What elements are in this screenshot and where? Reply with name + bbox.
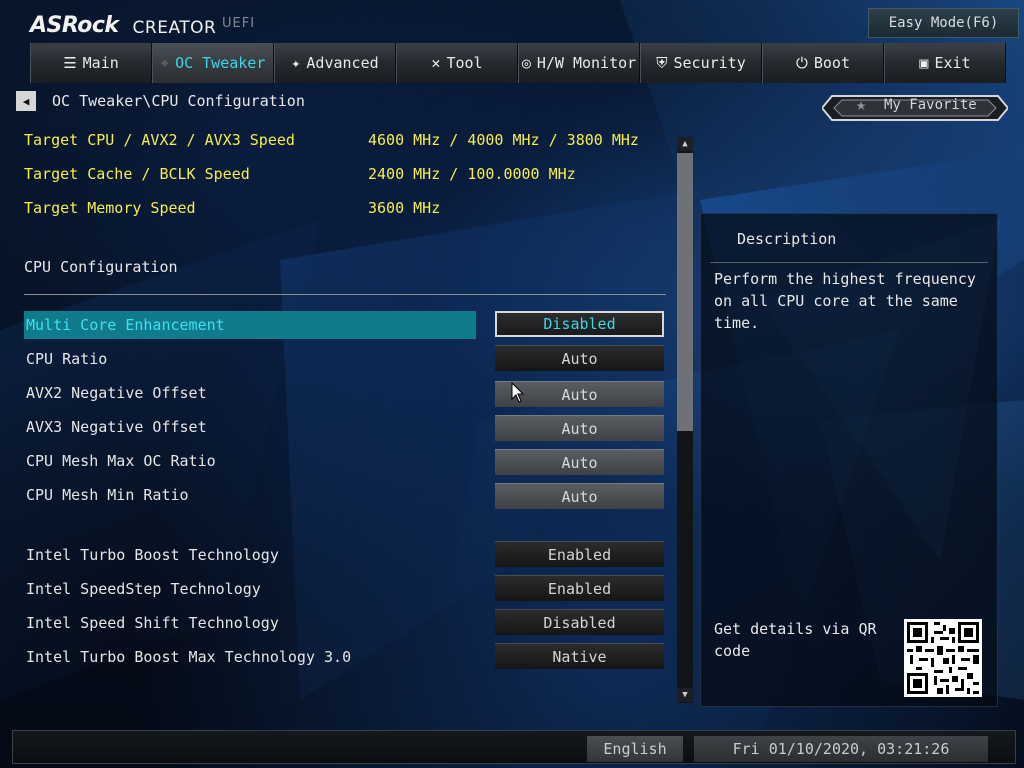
- info-value-memory-speed: 3600 MHz: [368, 199, 441, 217]
- tab-label: OC Tweaker: [175, 54, 266, 72]
- tab-tool[interactable]: ✕ Tool: [396, 43, 518, 83]
- favorite-label: My Favorite: [884, 97, 977, 113]
- tab-main[interactable]: ☰ Main: [30, 43, 152, 83]
- my-favorite-button[interactable]: ★ My Favorite: [820, 93, 1010, 123]
- qr-code: [904, 619, 982, 697]
- brand-name: ASRock: [30, 13, 119, 38]
- list-icon: ☰: [63, 54, 77, 72]
- setting-avx2-negative-offset[interactable]: AVX2 Negative Offset: [26, 380, 207, 406]
- exit-icon: ▣: [919, 54, 929, 72]
- product-name: CREATOR: [132, 18, 217, 38]
- tab-advanced[interactable]: ✦ Advanced: [274, 43, 396, 83]
- back-button[interactable]: ◀: [16, 91, 36, 111]
- power-icon: ⏻: [796, 54, 808, 72]
- tab-hw-monitor[interactable]: ◎ H/W Monitor: [518, 43, 640, 83]
- setting-intel-turbo-boost-max-3[interactable]: Intel Turbo Boost Max Technology 3.0: [26, 644, 351, 670]
- main-tabs: ☰ Main ⌖ OC Tweaker ✦ Advanced ✕ Tool ◎ …: [30, 43, 1008, 83]
- setting-cpu-ratio[interactable]: CPU Ratio: [26, 346, 107, 372]
- monitor-icon: ◎: [521, 54, 531, 72]
- qr-code-image: [904, 619, 982, 697]
- shield-icon: ⛨: [656, 54, 668, 72]
- info-value-cpu-speed: 4600 MHz / 4000 MHz / 3800 MHz: [368, 131, 639, 149]
- language-button[interactable]: English: [587, 736, 683, 762]
- triangle-up-icon: ▲: [682, 139, 688, 149]
- tab-label: Advanced: [306, 54, 379, 72]
- setting-intel-turbo-boost[interactable]: Intel Turbo Boost Technology: [26, 542, 279, 568]
- star-icon: ★: [856, 95, 867, 115]
- tab-boot[interactable]: ⏻ Boot: [762, 43, 884, 83]
- info-label-cpu-speed: Target CPU / AVX2 / AVX3 Speed: [24, 131, 295, 149]
- tab-label: H/W Monitor: [536, 54, 637, 72]
- tab-security[interactable]: ⛨ Security: [640, 43, 762, 83]
- breadcrumb: ◀ OC Tweaker\CPU Configuration: [16, 90, 305, 112]
- tab-label: Boot: [813, 54, 850, 72]
- triangle-down-icon: ▼: [682, 690, 688, 700]
- rocket-icon: ⌖: [160, 54, 170, 72]
- setting-intel-speedstep[interactable]: Intel SpeedStep Technology: [26, 576, 261, 602]
- scrollbar-thumb[interactable]: [677, 153, 693, 431]
- intel-speedstep-value[interactable]: Enabled: [495, 575, 664, 601]
- tools-icon: ✕: [431, 54, 441, 72]
- cpu-mesh-max-oc-ratio-value[interactable]: Auto: [495, 449, 664, 475]
- description-title: Description: [737, 230, 837, 248]
- setting-cpu-mesh-max-oc-ratio[interactable]: CPU Mesh Max OC Ratio: [26, 448, 216, 474]
- description-text: Perform the highest frequency on all CPU…: [714, 270, 976, 332]
- asrock-logo: ASRock CREATOR: [30, 8, 216, 38]
- tab-label: Tool: [446, 54, 483, 72]
- tab-label: Security: [673, 54, 746, 72]
- intel-turbo-boost-value[interactable]: Enabled: [495, 541, 664, 567]
- datetime-display: Fri 01/10/2020, 03:21:26: [694, 736, 988, 762]
- info-label-memory-speed: Target Memory Speed: [24, 199, 196, 217]
- uefi-label: UEFI: [222, 16, 256, 31]
- cpu-mesh-min-ratio-value[interactable]: Auto: [495, 483, 664, 509]
- info-value-cache-speed: 2400 MHz / 100.0000 MHz: [368, 165, 576, 183]
- scroll-up-button[interactable]: ▲: [677, 137, 693, 151]
- scroll-down-button[interactable]: ▼: [677, 688, 693, 702]
- tab-oc-tweaker[interactable]: ⌖ OC Tweaker: [152, 43, 274, 83]
- tab-label: Main: [82, 54, 119, 72]
- mouse-cursor-icon: [511, 382, 525, 403]
- setting-multi-core-enhancement[interactable]: Multi Core Enhancement: [26, 312, 225, 338]
- star-icon: ✦: [291, 54, 301, 72]
- tab-label: Exit: [934, 54, 971, 72]
- section-title: CPU Configuration: [24, 258, 178, 276]
- setting-cpu-mesh-min-ratio[interactable]: CPU Mesh Min Ratio: [26, 482, 189, 508]
- intel-speed-shift-value[interactable]: Disabled: [495, 609, 664, 635]
- breadcrumb-path: OC Tweaker\CPU Configuration: [52, 92, 305, 110]
- intel-turbo-boost-max-3-value[interactable]: Native: [495, 643, 664, 669]
- info-label-cache-speed: Target Cache / BCLK Speed: [24, 165, 250, 183]
- setting-intel-speed-shift[interactable]: Intel Speed Shift Technology: [26, 610, 279, 636]
- qr-caption: Get details via QR code: [714, 620, 877, 660]
- avx3-negative-offset-value[interactable]: Auto: [495, 415, 664, 441]
- cpu-ratio-value[interactable]: Auto: [495, 345, 664, 371]
- description-divider: [710, 262, 988, 263]
- setting-avx3-negative-offset[interactable]: AVX3 Negative Offset: [26, 414, 207, 440]
- section-divider: [24, 294, 666, 295]
- tab-exit[interactable]: ▣ Exit: [884, 43, 1006, 83]
- easy-mode-button[interactable]: Easy Mode(F6): [868, 8, 1019, 38]
- back-arrow-icon: ◀: [22, 94, 30, 108]
- multi-core-enhancement-value[interactable]: Disabled: [495, 311, 664, 337]
